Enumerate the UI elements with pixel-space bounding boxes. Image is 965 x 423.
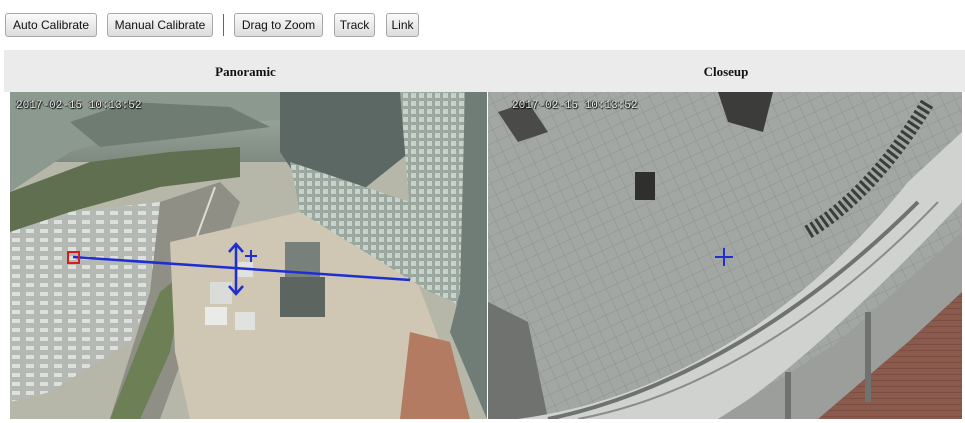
auto-calibrate-button[interactable]: Auto Calibrate	[5, 13, 97, 37]
panoramic-title: Panoramic	[215, 64, 276, 79]
toolbar: Auto Calibrate Manual Calibrate Drag to …	[0, 0, 965, 50]
drag-to-zoom-button[interactable]: Drag to Zoom	[234, 13, 323, 37]
link-button[interactable]: Link	[386, 13, 419, 37]
panel-header-bar: Panoramic Closeup	[4, 50, 965, 92]
closeup-view[interactable]: 2017-02-15 10:13:52	[488, 92, 962, 419]
closeup-timestamp: 2017-02-15 10:13:52	[512, 100, 638, 112]
track-button[interactable]: Track	[334, 13, 375, 37]
closeup-image	[488, 92, 962, 419]
panoramic-timestamp: 2017-02-15 10:13:52	[16, 100, 142, 112]
closeup-title: Closeup	[703, 64, 749, 79]
manual-calibrate-button[interactable]: Manual Calibrate	[107, 13, 213, 37]
panoramic-view[interactable]: 2017-02-15 10:13:52	[10, 92, 487, 419]
toolbar-separator	[223, 14, 224, 36]
panoramic-image	[10, 92, 487, 419]
